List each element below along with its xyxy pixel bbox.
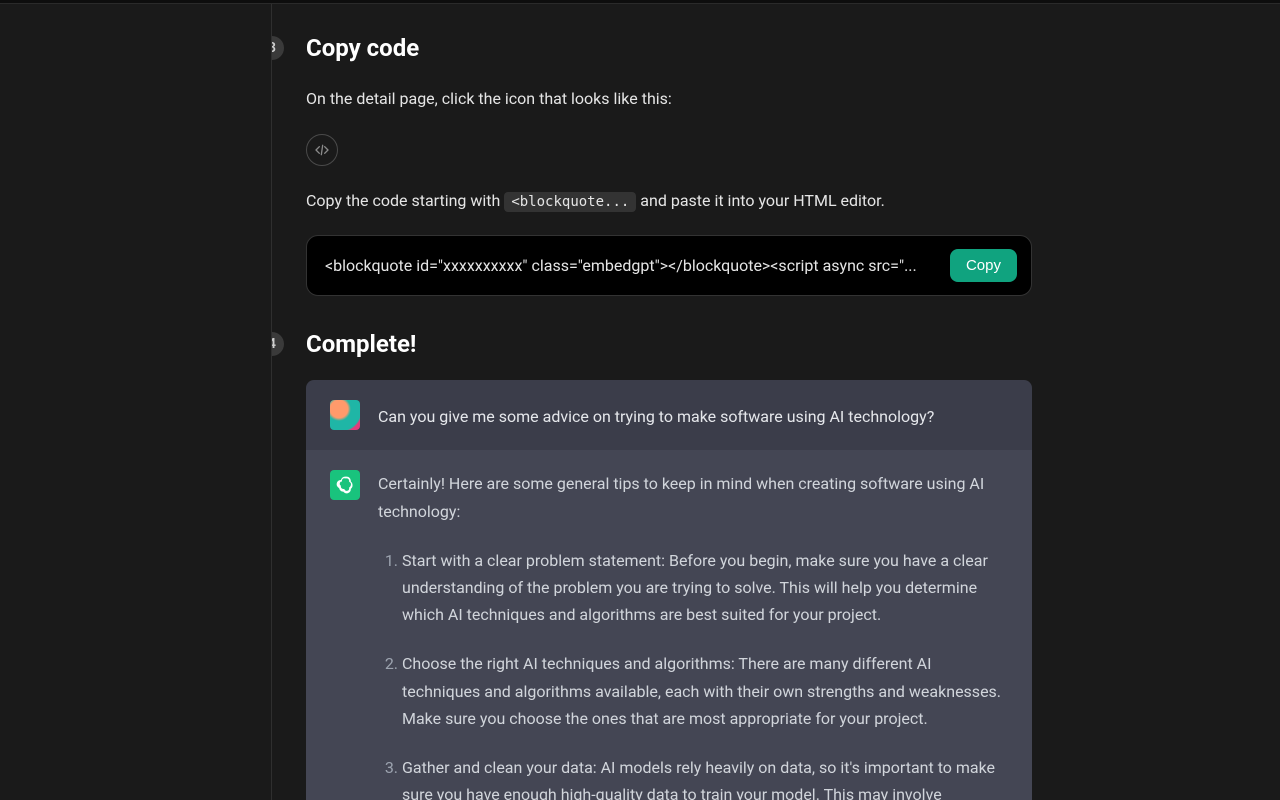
chat-user-message: Can you give me some advice on trying to…: [306, 380, 1032, 450]
user-avatar: [330, 400, 360, 430]
user-text: Can you give me some advice on trying to…: [378, 400, 1008, 430]
assistant-text: Certainly! Here are some general tips to…: [378, 470, 1008, 800]
layout: 3 Copy code On the detail page, click th…: [0, 4, 1280, 800]
copy-button[interactable]: Copy: [950, 249, 1017, 282]
step-title: Copy code: [306, 34, 1240, 62]
code-snippet: <blockquote id="xxxxxxxxxx" class="embed…: [325, 256, 936, 275]
assistant-avatar: [330, 470, 360, 500]
copy-line-pre: Copy the code starting with: [306, 191, 504, 210]
step-number-badge: 3: [272, 36, 284, 60]
assistant-intro: Certainly! Here are some general tips to…: [378, 474, 984, 520]
sidebar: [0, 4, 272, 800]
step-3: 3 Copy code On the detail page, click th…: [272, 34, 1240, 296]
list-item: Choose the right AI techniques and algor…: [402, 650, 1008, 732]
main-content: 3 Copy code On the detail page, click th…: [272, 4, 1280, 800]
step-intro: On the detail page, click the icon that …: [306, 86, 1240, 112]
code-icon: [306, 134, 338, 166]
copy-line-post: and paste it into your HTML editor.: [636, 191, 884, 210]
inline-code: <blockquote...: [504, 192, 636, 212]
list-item: Start with a clear problem statement: Be…: [402, 547, 1008, 629]
copy-instruction: Copy the code starting with <blockquote.…: [306, 188, 1240, 214]
step-4: 4 Complete! Can you give me some advice …: [272, 330, 1240, 800]
chat-embed: Can you give me some advice on trying to…: [306, 380, 1032, 800]
step-title: Complete!: [306, 330, 1240, 358]
step-number-badge: 4: [272, 332, 284, 356]
list-item: Gather and clean your data: AI models re…: [402, 754, 1008, 800]
code-block: <blockquote id="xxxxxxxxxx" class="embed…: [306, 235, 1032, 296]
chat-assistant-message: Certainly! Here are some general tips to…: [306, 450, 1032, 800]
tips-list: Start with a clear problem statement: Be…: [378, 547, 1008, 800]
